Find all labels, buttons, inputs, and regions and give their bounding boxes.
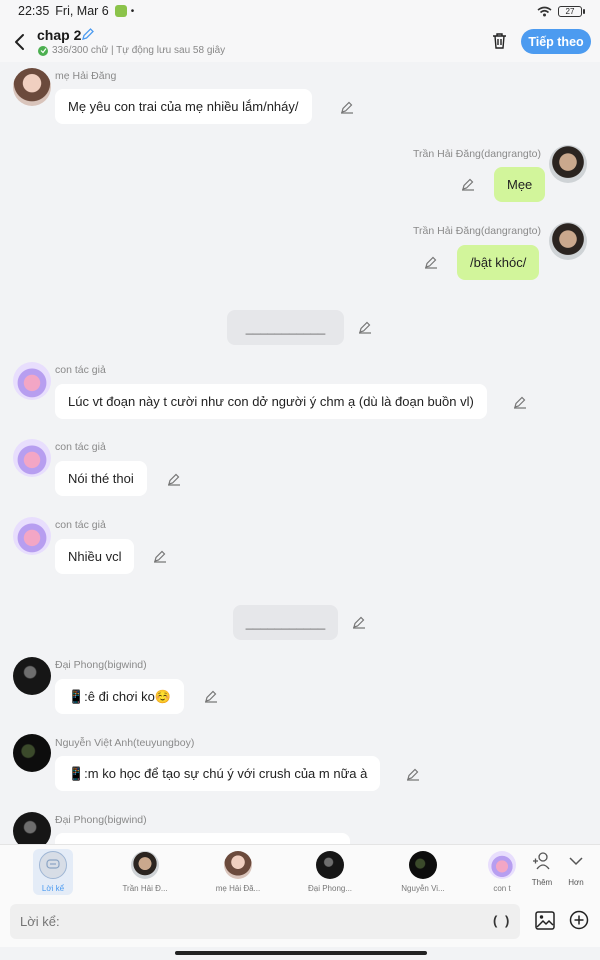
save-status-text: 336/300 chữ | Tự động lưu sau 58 giây [52,45,226,56]
avatar [131,851,159,879]
character-tab[interactable]: con t [486,849,518,895]
chapter-title[interactable]: chap 2 [37,27,81,43]
add-character-button[interactable]: Thêm [527,851,557,887]
character-tab[interactable]: Đại Phong... [295,849,365,895]
message-bubble[interactable]: 📱:ê đi chơi ko☺️ [55,679,185,714]
character-label: Lời kể [41,884,65,893]
edit-icon[interactable] [461,177,475,191]
sender-name: mẹ Hải Đăng [55,70,117,82]
avatar[interactable] [13,439,51,477]
narration-input[interactable] [10,904,520,939]
edit-icon[interactable] [358,320,372,334]
edit-icon[interactable] [153,549,167,563]
save-status: 336/300 chữ | Tự động lưu sau 58 giây [38,45,225,56]
sender-name: Trần Hải Đăng(dangrangto) [413,225,542,237]
edit-icon[interactable] [352,615,366,629]
message-bubble[interactable]: 📱:m ko học để tạo sự chú ý với crush của… [55,756,381,791]
character-tab[interactable]: mẹ Hải Đă... [203,849,273,895]
image-icon[interactable] [535,911,555,930]
more-button[interactable]: Hơn [561,851,591,887]
message-bubble[interactable]: Mẹe [494,167,546,202]
message-bubble[interactable]: Mẹ yêu con trai của mẹ nhiều lắm/nháy/ [55,89,312,124]
wifi-icon [537,6,552,16]
character-tab[interactable]: Trần Hải Đ... [110,849,180,895]
clock: 22:35 [18,4,50,18]
check-icon [38,45,48,56]
edit-icon[interactable] [406,767,420,781]
sender-name: con tác giả [55,519,106,531]
sender-name: Đại Phong(bigwind) [55,814,147,826]
avatar [488,851,516,879]
sender-name: Nguyễn Việt Anh(teuyungboy) [55,737,195,749]
message-bubble[interactable]: /bật khóc/ [457,245,540,280]
character-label: Nguyễn Vi... [401,884,445,893]
sender-name: Trần Hải Đăng(dangrangto) [413,148,542,160]
add-icon[interactable] [569,910,589,930]
edit-icon[interactable] [513,395,527,409]
avatar[interactable] [13,734,51,772]
next-button[interactable]: Tiếp theo [521,29,591,54]
scene-separator[interactable]: ___________ [227,310,344,345]
home-indicator[interactable] [175,951,427,955]
avatar [316,851,344,879]
avatar[interactable] [13,362,51,400]
message-bubble[interactable]: Lúc vt đoạn này t cười như con dở người … [55,384,487,419]
message-bubble[interactable]: Nói thé thoi [55,461,147,496]
trash-icon[interactable] [491,32,508,50]
narration-icon [39,851,67,879]
message-bubble[interactable]: Nhiều vcl [55,539,135,574]
character-tab-narration[interactable]: Lời kể [33,849,73,895]
add-character-label: Thêm [531,878,553,887]
status-bar: 22:35 Fri, Mar 6 • 27 [0,0,600,22]
composer: ( ) [0,899,600,947]
avatar [409,851,437,879]
avatar[interactable] [549,145,587,183]
chat-area[interactable]: mẹ Hải Đăng Mẹ yêu con trai của mẹ nhiều… [0,62,600,844]
character-label: con t [493,884,511,893]
sender-name: con tác giả [55,441,106,453]
notification-icon [114,5,127,17]
date: Fri, Mar 6 [55,4,109,18]
avatar[interactable] [13,68,51,106]
character-label: Đại Phong... [307,884,353,893]
avatar[interactable] [13,517,51,555]
avatar [224,851,252,879]
sender-name: con tác giả [55,364,106,376]
message-bubble[interactable] [55,833,350,844]
scene-separator[interactable]: ___________ [233,605,338,640]
edit-icon[interactable] [424,255,438,269]
avatar[interactable] [549,222,587,260]
avatar[interactable] [13,812,51,844]
add-person-icon [533,852,550,870]
edit-icon[interactable] [204,689,218,703]
dot-icon: • [130,5,135,17]
sender-name: Đại Phong(bigwind) [55,659,147,671]
parenthesis-button[interactable]: ( ) [493,913,511,928]
chevron-down-icon [569,857,583,866]
battery-icon: 27 [558,5,585,17]
top-bar: chap 2 336/300 chữ | Tự động lưu sau 58 … [0,22,600,62]
character-label: mẹ Hải Đă... [215,884,261,893]
back-icon[interactable] [10,31,30,53]
edit-title-icon[interactable] [81,27,95,41]
more-label: Hơn [568,878,584,887]
edit-icon[interactable] [167,472,181,486]
avatar[interactable] [13,657,51,695]
character-label: Trần Hải Đ... [122,884,168,893]
edit-icon[interactable] [340,100,354,114]
character-bar: Lời kể Trần Hải Đ... mẹ Hải Đă... Đại Ph… [0,844,600,899]
character-tab[interactable]: Nguyễn Vi... [388,849,458,895]
